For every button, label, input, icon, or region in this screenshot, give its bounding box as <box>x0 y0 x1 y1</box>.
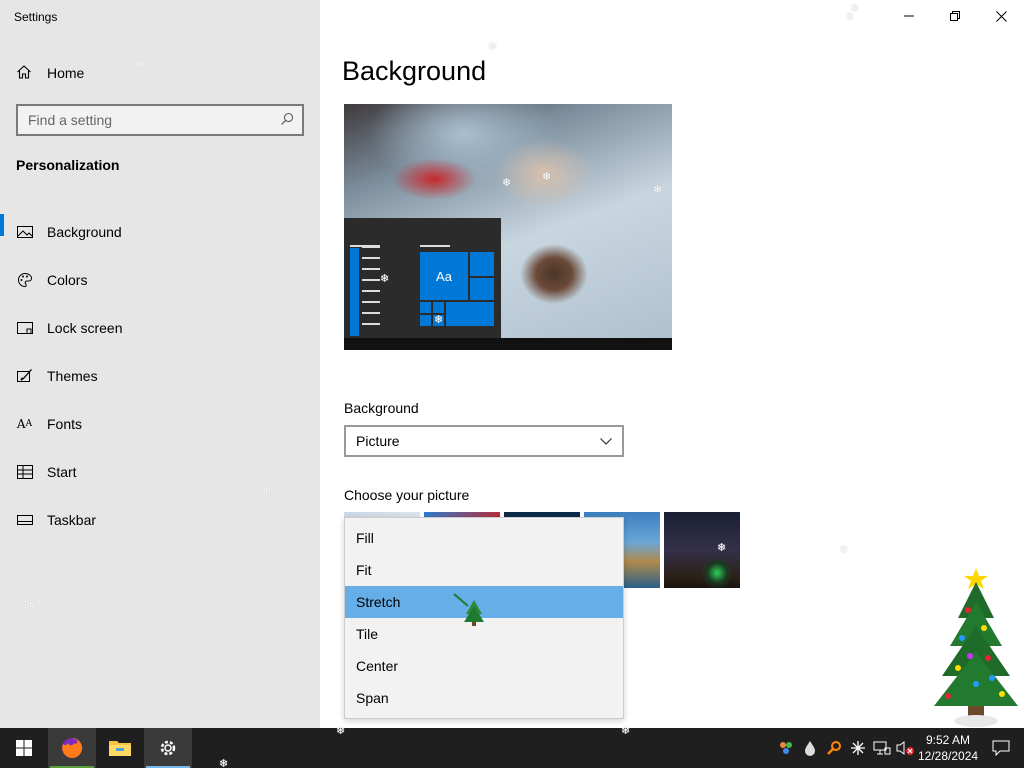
brush-icon <box>16 368 33 385</box>
search-icon[interactable] <box>280 112 294 129</box>
sidebar-item-fonts[interactable]: AA Fonts <box>0 400 320 448</box>
tray-app-icon[interactable] <box>774 728 798 768</box>
home-icon <box>16 64 32 83</box>
sidebar-item-colors[interactable]: Colors <box>0 256 320 304</box>
sidebar-item-themes[interactable]: Themes <box>0 352 320 400</box>
settings-icon <box>160 740 176 756</box>
home-nav-item[interactable]: Home <box>16 63 84 83</box>
minimize-icon <box>904 15 914 17</box>
restore-icon <box>950 11 960 21</box>
sidebar-item-start[interactable]: Start <box>0 448 320 496</box>
sidebar-item-label: Themes <box>47 368 98 384</box>
tray-snowflake-icon[interactable] <box>846 728 870 768</box>
minimize-button[interactable] <box>886 0 932 32</box>
window-controls <box>886 0 1024 32</box>
taskbar-file-explorer[interactable] <box>96 728 144 768</box>
background-type-value: Picture <box>356 433 400 449</box>
section-title: Personalization <box>16 157 120 173</box>
background-preview: Aa <box>344 104 672 350</box>
home-label: Home <box>47 65 85 81</box>
taskbar-icon <box>16 512 33 529</box>
fit-option-tile[interactable]: Tile <box>345 618 623 650</box>
clock-date: 12/28/2024 <box>918 749 979 763</box>
choose-picture-label: Choose your picture <box>344 487 470 503</box>
sidebar-item-label: Lock screen <box>47 320 123 336</box>
notification-icon <box>992 740 1010 756</box>
fit-option-fit[interactable]: Fit <box>345 554 623 586</box>
sidebar-item-taskbar[interactable]: Taskbar <box>0 496 320 544</box>
search-box[interactable] <box>16 104 304 136</box>
action-center-button[interactable] <box>978 728 1024 768</box>
font-icon: AA <box>16 417 33 431</box>
tray-search-icon[interactable] <box>822 728 846 768</box>
tray-clock[interactable]: 9:52 AM 12/28/2024 <box>918 732 978 764</box>
start-button[interactable] <box>0 728 48 768</box>
sidebar-item-label: Start <box>47 464 77 480</box>
start-menu-preview: Aa <box>344 218 501 338</box>
taskbar-preview <box>344 338 672 350</box>
colorful-app-icon <box>780 742 792 754</box>
lock-screen-icon <box>16 320 33 337</box>
close-button[interactable] <box>978 0 1024 32</box>
sidebar: Settings Home Personalization Background… <box>0 0 320 728</box>
fit-option-fill[interactable]: Fill <box>345 522 623 554</box>
tray-drop-icon[interactable] <box>798 728 822 768</box>
choose-fit-dropdown: Fill Fit Stretch Tile Center Span <box>344 517 624 719</box>
page-title: Background <box>342 56 487 86</box>
background-label: Background <box>344 400 419 416</box>
system-tray: 9:52 AM 12/28/2024 <box>774 728 1024 768</box>
christmas-tree-icon <box>934 568 1018 727</box>
sidebar-item-background[interactable]: Background <box>0 208 320 256</box>
taskbar: 9:52 AM 12/28/2024 <box>0 728 1024 768</box>
fit-option-span[interactable]: Span <box>345 682 623 714</box>
palette-icon <box>16 272 33 289</box>
main-content: Background Aa Background Picture Choose <box>320 0 1024 728</box>
taskbar-settings[interactable] <box>144 728 192 768</box>
sidebar-nav: Background Colors Lock screen Themes AA … <box>0 208 320 544</box>
firefox-icon <box>62 737 83 758</box>
file-explorer-icon <box>109 741 131 756</box>
sidebar-item-label: Colors <box>47 272 88 288</box>
preview-tile: Aa <box>420 252 468 300</box>
drop-icon <box>805 741 815 756</box>
picture-thumbnail[interactable] <box>664 512 740 588</box>
picture-icon <box>16 224 33 241</box>
windows-logo-icon <box>16 740 32 756</box>
magnifier-icon <box>827 741 841 755</box>
sidebar-item-lock-screen[interactable]: Lock screen <box>0 304 320 352</box>
tray-volume-icon[interactable] <box>894 728 918 768</box>
sidebar-item-label: Taskbar <box>47 512 97 528</box>
fit-option-stretch[interactable]: Stretch <box>345 586 623 618</box>
taskbar-firefox[interactable] <box>48 728 96 768</box>
sidebar-item-label: Fonts <box>47 416 83 432</box>
start-icon <box>16 464 33 481</box>
network-icon <box>873 741 891 755</box>
app-title: Settings <box>14 10 58 24</box>
tray-network-icon[interactable] <box>870 728 894 768</box>
restore-button[interactable] <box>932 0 978 32</box>
close-icon <box>995 10 1007 22</box>
clock-time: 9:52 AM <box>925 733 971 747</box>
background-type-select[interactable]: Picture <box>344 425 624 457</box>
fit-option-center[interactable]: Center <box>345 650 623 682</box>
snowflake-icon <box>851 741 865 755</box>
sidebar-item-label: Background <box>47 224 122 240</box>
chevron-down-icon <box>600 437 612 445</box>
search-input[interactable] <box>28 112 280 128</box>
volume-muted-icon <box>896 741 914 755</box>
tree-cursor-icon <box>453 593 484 626</box>
